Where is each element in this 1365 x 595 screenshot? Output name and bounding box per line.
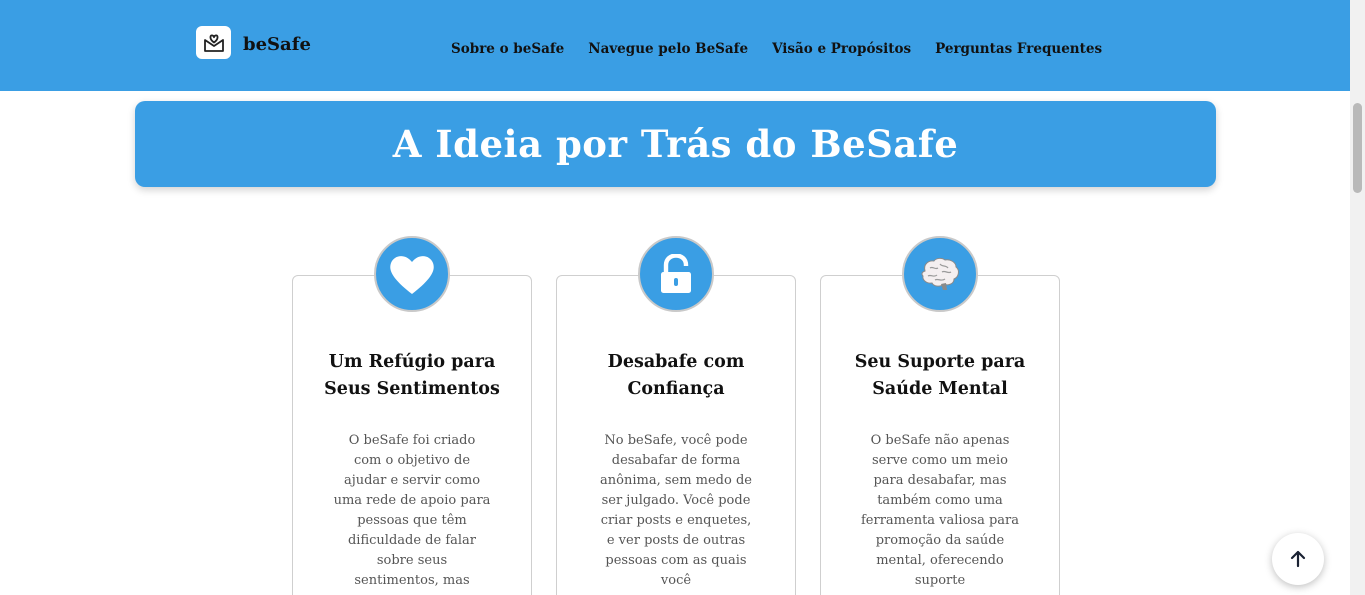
card-title: Desabafe com Confiança xyxy=(607,352,745,399)
feature-card-desabafe: Desabafe com Confiança No beSafe, você p… xyxy=(556,275,796,595)
arrow-up-icon xyxy=(1290,550,1306,568)
brand-name[interactable]: beSafe xyxy=(243,34,311,55)
nav-visao[interactable]: Visão e Propósitos xyxy=(772,41,911,57)
card-text: O beSafe foi criado com o objetivo de aj… xyxy=(333,433,491,588)
heart-mail-icon xyxy=(203,33,224,52)
back-to-top-button[interactable] xyxy=(1272,533,1324,585)
main-nav: Sobre o beSafe Navegue pelo BeSafe Visão… xyxy=(451,41,1102,57)
card-text: No beSafe, você pode desabafar de forma … xyxy=(600,433,752,588)
card-text: O beSafe não apenas serve como um meio p… xyxy=(861,433,1020,588)
nav-navegue[interactable]: Navegue pelo BeSafe xyxy=(588,41,748,57)
card-title: Seu Suporte para Saúde Mental xyxy=(854,352,1026,399)
page-scrollbar[interactable] xyxy=(1350,0,1365,595)
brain-icon xyxy=(902,236,978,312)
logo[interactable] xyxy=(196,26,231,59)
scrollbar-thumb[interactable] xyxy=(1353,103,1362,193)
card-title: Um Refúgio para Seus Sentimentos xyxy=(324,352,500,399)
feature-card-refugio: Um Refúgio para Seus Sentimentos O beSaf… xyxy=(292,275,532,595)
nav-sobre[interactable]: Sobre o beSafe xyxy=(451,41,564,57)
site-header: beSafe Sobre o beSafe Navegue pelo BeSaf… xyxy=(0,0,1350,91)
feature-card-suporte: Seu Suporte para Saúde Mental O beSafe n… xyxy=(820,275,1060,595)
heart-icon xyxy=(374,236,450,312)
section-banner: A Ideia por Trás do BeSafe xyxy=(135,101,1216,187)
section-title: A Ideia por Trás do BeSafe xyxy=(392,122,959,166)
nav-perguntas[interactable]: Perguntas Frequentes xyxy=(935,41,1102,57)
unlock-icon xyxy=(638,236,714,312)
